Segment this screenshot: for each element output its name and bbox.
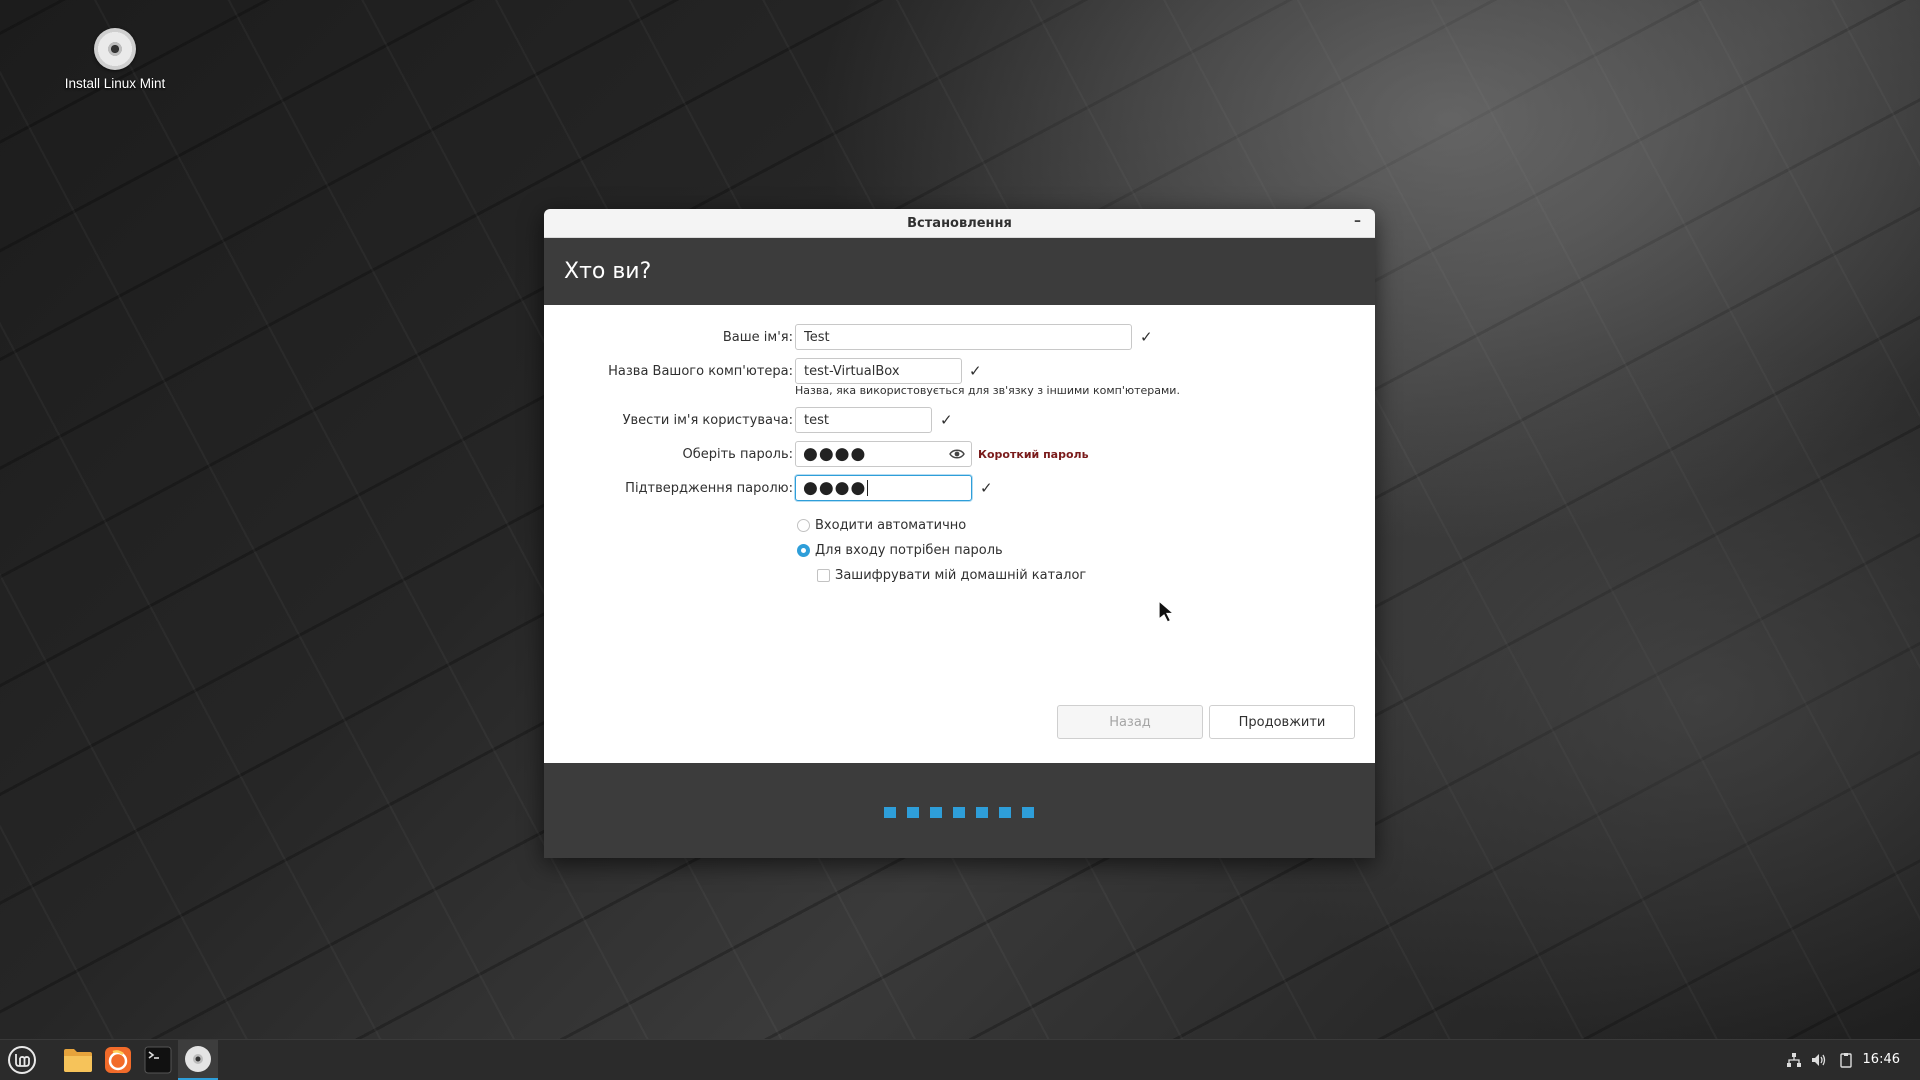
terminal-icon <box>144 1046 172 1074</box>
window-title: Встановлення <box>907 215 1012 231</box>
login-password-radio[interactable] <box>797 544 810 557</box>
back-button[interactable]: Назад <box>1057 705 1203 739</box>
taskbar-menu-button[interactable] <box>2 1040 42 1080</box>
disc-icon <box>94 28 136 70</box>
confirm-password-masked-value: ●●●● <box>803 477 869 498</box>
row-name: Ваше ім'я: ✓ <box>544 323 1375 351</box>
progress-steps <box>884 807 1034 818</box>
progress-step <box>930 807 942 818</box>
taskbar-clock[interactable]: 16:46 <box>1863 1052 1900 1067</box>
encrypt-home-option[interactable]: Зашифрувати мій домашній каталог <box>817 568 1086 583</box>
username-input[interactable] <box>796 408 931 432</box>
password-masked-value: ●●●● <box>803 443 867 464</box>
progress-step <box>953 807 965 818</box>
taskbar-installer-button[interactable] <box>178 1040 218 1080</box>
progress-footer <box>544 763 1375 858</box>
computer-name-field[interactable] <box>795 358 962 384</box>
computer-name-hint: Назва, яка використовується для зв'язку … <box>795 384 1180 397</box>
row-password: Оберіть пароль: ●●●● Короткий пароль <box>544 440 1375 468</box>
installer-window: Встановлення – Хто ви? Ваше ім'я: ✓ Назв… <box>544 209 1375 858</box>
row-confirm-password: Підтвердження паролю: ●●●● ✓ <box>544 474 1375 502</box>
taskbar-firefox-button[interactable] <box>98 1040 138 1080</box>
taskbar: 16:46 <box>0 1039 1920 1080</box>
login-password-label: Для входу потрібен пароль <box>815 543 1003 558</box>
network-icon[interactable] <box>1786 1052 1802 1068</box>
name-label: Ваше ім'я: <box>722 329 793 345</box>
password-strength-warning: Короткий пароль <box>978 447 1089 461</box>
username-label: Увести ім'я користувача: <box>622 412 793 428</box>
volume-icon[interactable] <box>1811 1052 1827 1068</box>
password-label: Оберіть пароль: <box>682 446 794 462</box>
mouse-cursor-icon <box>1158 600 1176 623</box>
username-check-icon: ✓ <box>940 411 953 429</box>
eye-icon[interactable] <box>949 447 965 461</box>
row-username: Увести ім'я користувача: ✓ <box>544 406 1375 434</box>
folder-icon <box>64 1049 92 1072</box>
login-auto-radio[interactable] <box>797 519 810 532</box>
username-field[interactable] <box>795 407 932 433</box>
computer-name-input[interactable] <box>796 359 961 383</box>
progress-step <box>907 807 919 818</box>
text-caret <box>867 479 869 496</box>
window-titlebar[interactable]: Встановлення – <box>544 209 1375 238</box>
page-title: Хто ви? <box>564 259 652 284</box>
login-auto-label: Входити автоматично <box>815 518 967 533</box>
computer-name-label: Назва Вашого комп'ютера: <box>608 363 793 379</box>
minimize-button[interactable]: – <box>1354 213 1361 229</box>
name-input[interactable] <box>796 325 1131 349</box>
confirm-password-field[interactable]: ●●●● <box>795 475 972 501</box>
continue-button[interactable]: Продовжити <box>1209 705 1355 739</box>
page-header: Хто ви? <box>544 238 1375 305</box>
name-check-icon: ✓ <box>1140 328 1153 346</box>
form-content: Ваше ім'я: ✓ Назва Вашого комп'ютера: ✓ … <box>544 305 1375 763</box>
desktop-icon-install-linux-mint[interactable]: Install Linux Mint <box>50 28 180 91</box>
confirm-password-check-icon: ✓ <box>980 479 993 497</box>
encrypt-home-checkbox[interactable] <box>817 569 830 582</box>
taskbar-files-button[interactable] <box>58 1040 98 1080</box>
login-password-option[interactable]: Для входу потрібен пароль <box>797 543 1003 558</box>
disc-icon <box>185 1046 211 1072</box>
encrypt-home-label: Зашифрувати мій домашній каталог <box>835 568 1087 583</box>
password-field[interactable]: ●●●● <box>795 441 972 467</box>
computer-name-check-icon: ✓ <box>969 362 982 380</box>
login-auto-option[interactable]: Входити автоматично <box>797 518 966 533</box>
progress-step <box>999 807 1011 818</box>
mint-logo-icon <box>8 1046 36 1074</box>
progress-step <box>884 807 896 818</box>
name-field[interactable] <box>795 324 1132 350</box>
confirm-password-label: Підтвердження паролю: <box>625 480 793 496</box>
clipboard-icon[interactable] <box>1838 1052 1854 1068</box>
progress-step <box>1022 807 1034 818</box>
desktop-icon-label: Install Linux Mint <box>64 76 166 91</box>
firefox-icon <box>105 1047 131 1073</box>
taskbar-terminal-button[interactable] <box>138 1040 178 1080</box>
progress-step <box>976 807 988 818</box>
row-computer-name: Назва Вашого комп'ютера: ✓ <box>544 357 1375 385</box>
